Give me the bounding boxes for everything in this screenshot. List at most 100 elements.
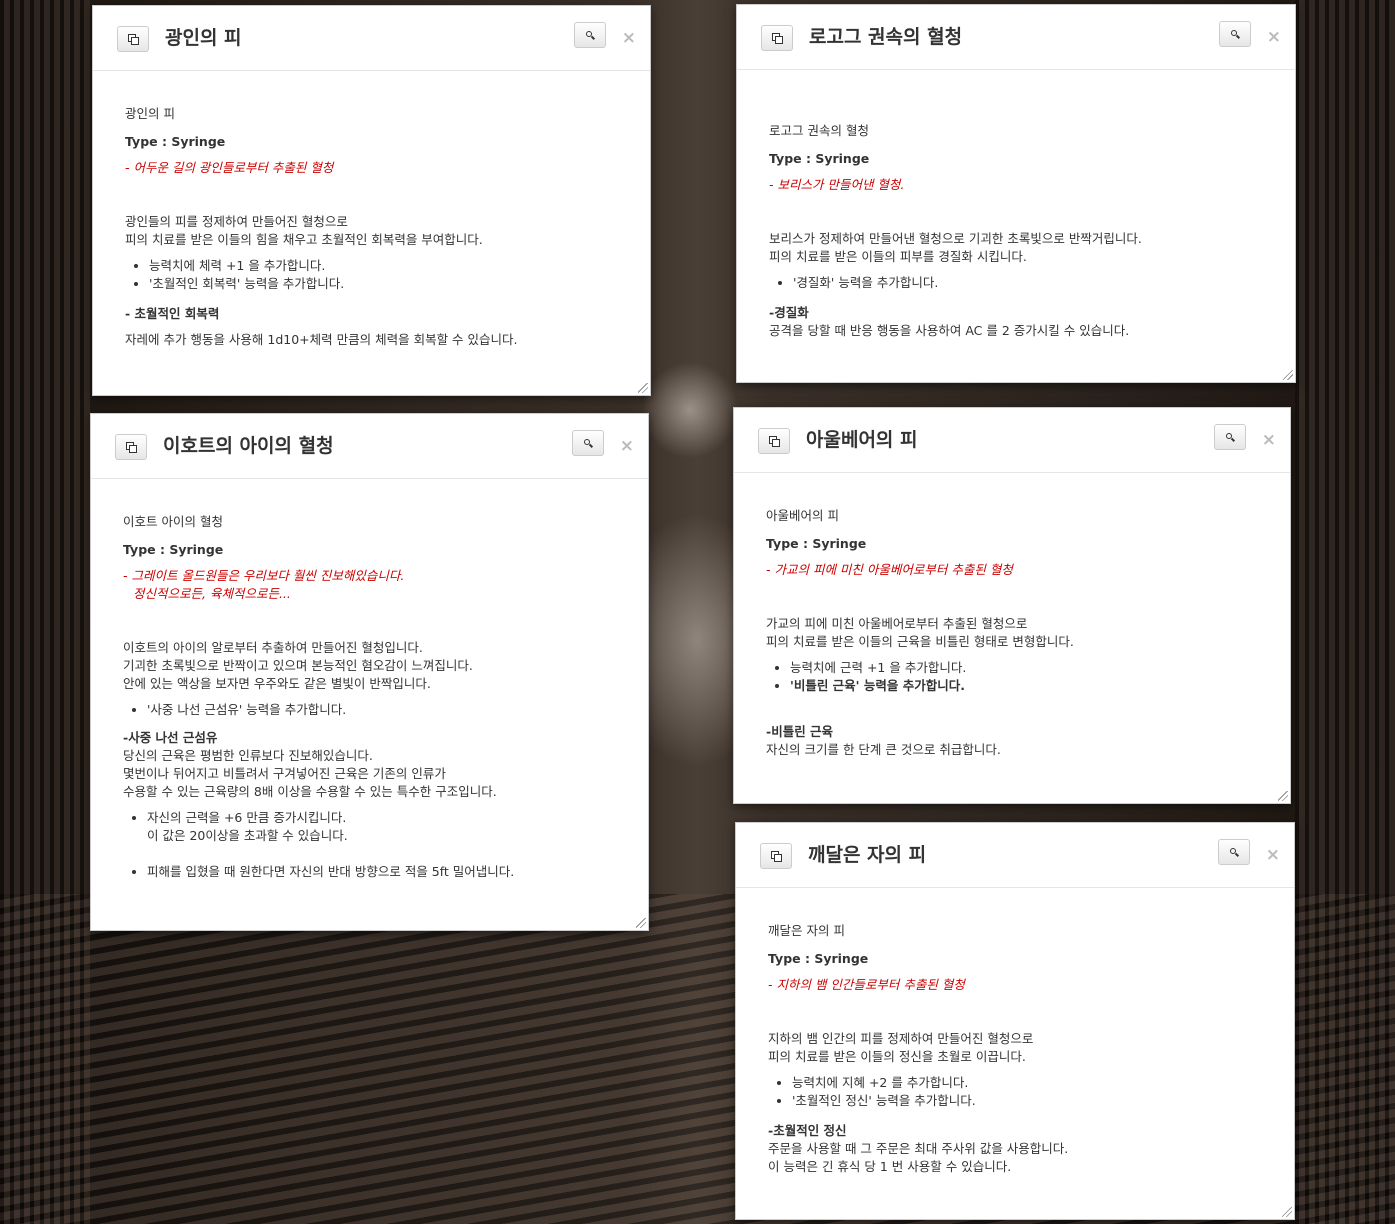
- item-description: 광인들의 피를 정제하여 만들어진 혈청으로: [125, 214, 348, 229]
- search-button[interactable]: [1219, 21, 1251, 47]
- list-item: '경질화' 능력을 추가합니다.: [793, 274, 1265, 292]
- item-name: 광인의 피: [125, 106, 175, 121]
- card-title: 광인의 피: [165, 27, 242, 49]
- resize-handle[interactable]: [1282, 1207, 1292, 1217]
- item-type: Type : Syringe: [123, 542, 224, 557]
- copy-button[interactable]: [758, 428, 790, 454]
- resize-handle[interactable]: [636, 918, 646, 928]
- item-description: 가교의 피에 미친 아울베어로부터 추출된 혈청으로: [766, 616, 1028, 631]
- ability-description: 이 능력은 긴 휴식 당 1 번 사용할 수 있습니다.: [768, 1159, 1012, 1174]
- item-description: 안에 있는 액상을 보자면 우주와도 같은 별빛이 반짝입니다.: [123, 676, 431, 691]
- resize-handle[interactable]: [1278, 791, 1288, 801]
- ability-title: -비틀린 근육: [766, 724, 834, 739]
- bullet-list: '사중 나선 근섬유' 능력을 추가합니다.: [123, 701, 618, 719]
- background-column-left: [0, 0, 90, 1224]
- item-card-owlbear-blood: 아울베어의 피 × 아울베어의 피 Type : Syringe - 가교의 피…: [733, 407, 1291, 804]
- ability-description: 주문을 사용할 때 그 주문은 최대 주사위 값을 사용합니다.: [768, 1141, 1069, 1156]
- copy-icon: [769, 436, 780, 447]
- list-item: '사중 나선 근섬유' 능력을 추가합니다.: [147, 701, 618, 719]
- bullet-list: 능력치에 지혜 +2 를 추가합니다. '초월적인 정신' 능력을 추가합니다.: [768, 1074, 1264, 1110]
- item-card-ihort-child-serum: 이호트의 아이의 혈청 × 이호트 아이의 혈청 Type : Syringe …: [90, 413, 649, 931]
- ability-title: -사중 나선 근섬유: [123, 730, 218, 745]
- item-card-madman-blood: 광인의 피 × 광인의 피 Type : Syringe - 어두운 길의 광인…: [92, 5, 651, 396]
- search-button[interactable]: [1218, 839, 1250, 865]
- card-header: 이호트의 아이의 혈청 ×: [91, 414, 648, 479]
- card-header: 광인의 피 ×: [93, 6, 650, 71]
- search-icon: [1225, 432, 1235, 442]
- item-quote: - 보리스가 만들어낸 혈청.: [769, 177, 905, 192]
- card-title: 아울베어의 피: [806, 429, 918, 451]
- search-icon: [1230, 29, 1240, 39]
- item-quote-line-2: 정신적으로든, 육체적으로든...: [133, 586, 291, 601]
- item-name: 아울베어의 피: [766, 508, 839, 523]
- ability-title: -초월적인 정신: [768, 1123, 847, 1138]
- item-card-logog-serum: 로고그 권속의 혈청 × 로고그 권속의 혈청 Type : Syringe -…: [736, 4, 1296, 383]
- search-button[interactable]: [574, 22, 606, 48]
- item-description: 피의 치료를 받은 이들의 힘을 채우고 초월적인 회복력을 부여합니다.: [125, 232, 483, 247]
- ability-description: 수용할 수 있는 근육량의 8배 이상을 수용할 수 있는 특수한 구조입니다.: [123, 784, 497, 799]
- copy-button[interactable]: [761, 25, 793, 51]
- item-name: 이호트 아이의 혈청: [123, 514, 223, 529]
- card-title: 깨달은 자의 피: [808, 844, 927, 866]
- card-title: 이호트의 아이의 혈청: [163, 435, 334, 457]
- item-type: Type : Syringe: [766, 536, 867, 551]
- list-item-text: 자신의 근력을 +6 만큼 증가시킵니다.: [147, 810, 347, 825]
- ability-title: - 초월적인 회복력: [125, 306, 220, 321]
- search-button[interactable]: [1214, 424, 1246, 450]
- item-quote: - 지하의 뱀 인간들로부터 추출된 혈청: [768, 977, 965, 992]
- card-header: 아울베어의 피 ×: [734, 408, 1290, 473]
- item-description: 피의 치료를 받은 이들의 정신을 초월로 이끕니다.: [768, 1049, 1026, 1064]
- copy-icon: [126, 442, 137, 453]
- search-icon: [583, 438, 593, 448]
- item-quote: - 어두운 길의 광인들로부터 추출된 혈청: [125, 160, 334, 175]
- close-icon[interactable]: ×: [1267, 29, 1281, 46]
- item-description: 이호트의 아이의 알로부터 추출하여 만들어진 혈청입니다.: [123, 640, 423, 655]
- item-description: 지하의 뱀 인간의 피를 정제하여 만들어진 혈청으로: [768, 1031, 1034, 1046]
- list-item: '초월적인 정신' 능력을 추가합니다.: [792, 1092, 1264, 1110]
- list-item: 자신의 근력을 +6 만큼 증가시킵니다. 이 값은 20이상을 초과할 수 있습…: [147, 809, 618, 845]
- copy-button[interactable]: [115, 434, 147, 460]
- background-column-right: [1295, 0, 1395, 1224]
- item-name: 깨달은 자의 피: [768, 923, 845, 938]
- item-type: Type : Syringe: [768, 951, 869, 966]
- search-icon: [585, 30, 595, 40]
- card-header: 깨달은 자의 피 ×: [736, 823, 1294, 888]
- close-icon[interactable]: ×: [1266, 847, 1280, 864]
- copy-button[interactable]: [117, 26, 149, 52]
- sub-bullet-list: 자신의 근력을 +6 만큼 증가시킵니다. 이 값은 20이상을 초과할 수 있습…: [123, 809, 618, 881]
- ability-description: 자신의 크기를 한 단계 큰 것으로 취급합니다.: [766, 742, 1001, 757]
- copy-icon: [771, 851, 782, 862]
- copy-icon: [772, 33, 783, 44]
- list-item: 능력치에 근력 +1 을 추가합니다.: [790, 659, 1260, 677]
- ability-description: 자레에 추가 행동을 사용해 1d10+체력 만큼의 체력을 회복할 수 있습니…: [125, 332, 518, 347]
- list-item: '비틀린 근육' 능력을 추가합니다.: [790, 677, 1260, 695]
- item-quote: - 가교의 피에 미친 아울베어로부터 추출된 혈청: [766, 562, 1013, 577]
- ability-description: 공격을 당할 때 반응 행동을 사용하여 AC 를 2 증가시킬 수 있습니다.: [769, 323, 1130, 338]
- item-type: Type : Syringe: [769, 151, 870, 166]
- close-icon[interactable]: ×: [1262, 432, 1276, 449]
- ability-description: 몇번이나 뒤어지고 비틀려서 구겨넣어진 근육은 기존의 인류가: [123, 766, 446, 781]
- list-item: 능력치에 지혜 +2 를 추가합니다.: [792, 1074, 1264, 1092]
- bullet-list: 능력치에 근력 +1 을 추가합니다. '비틀린 근육' 능력을 추가합니다.: [766, 659, 1260, 695]
- list-item: 피해를 입혔을 때 원한다면 자신의 반대 방향으로 적을 5ft 밀어냅니다.: [147, 863, 618, 881]
- bullet-list: '경질화' 능력을 추가합니다.: [769, 274, 1265, 292]
- bullet-list: 능력치에 체력 +1 을 추가합니다. '초월적인 회복력' 능력을 추가합니다…: [125, 257, 620, 293]
- card-title: 로고그 권속의 혈청: [809, 26, 963, 48]
- item-description: 보리스가 정제하여 만들어낸 혈청으로 기괴한 초록빛으로 반짝거립니다.: [769, 231, 1142, 246]
- copy-icon: [128, 34, 139, 45]
- resize-handle[interactable]: [1283, 370, 1293, 380]
- copy-button[interactable]: [760, 843, 792, 869]
- list-item-text: 이 값은 20이상을 초과할 수 있습니다.: [147, 828, 348, 843]
- item-type: Type : Syringe: [125, 134, 226, 149]
- close-icon[interactable]: ×: [622, 30, 636, 47]
- item-description: 피의 치료를 받은 이들의 피부를 경질화 시킵니다.: [769, 249, 1027, 264]
- search-button[interactable]: [572, 430, 604, 456]
- list-item: 능력치에 체력 +1 을 추가합니다.: [149, 257, 620, 275]
- item-card-enlightened-blood: 깨달은 자의 피 × 깨달은 자의 피 Type : Syringe - 지하의…: [735, 822, 1295, 1220]
- item-description: 기괴한 초록빛으로 반짝이고 있으며 본능적인 혐오감이 느껴집니다.: [123, 658, 473, 673]
- item-description: 피의 치료를 받은 이들의 근육을 비틀린 형태로 변형합니다.: [766, 634, 1074, 649]
- search-icon: [1229, 847, 1239, 857]
- item-name: 로고그 권속의 혈청: [769, 123, 869, 138]
- resize-handle[interactable]: [638, 383, 648, 393]
- close-icon[interactable]: ×: [620, 438, 634, 455]
